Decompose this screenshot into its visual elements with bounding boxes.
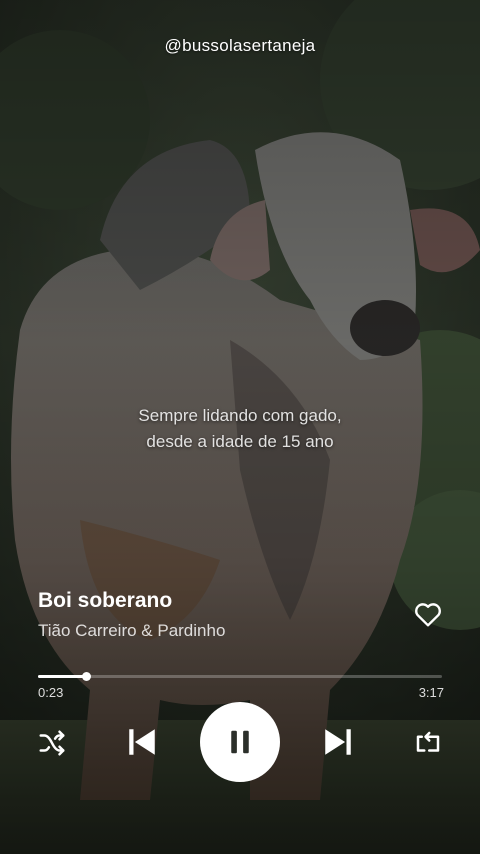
progress-fill <box>38 675 87 678</box>
lyrics-line: Sempre lidando com gado, <box>138 406 342 425</box>
previous-button[interactable] <box>124 723 160 761</box>
lyrics-panel: Sempre lidando com gado, desde a idade d… <box>0 403 480 455</box>
play-pause-button[interactable] <box>200 702 280 782</box>
total-time: 3:17 <box>418 685 444 700</box>
current-time: 0:23 <box>38 685 64 700</box>
heart-outline-icon <box>415 603 441 627</box>
repeat-icon <box>416 731 440 752</box>
skip-previous-icon <box>129 729 155 755</box>
shuffle-icon <box>39 730 65 756</box>
progress-thumb[interactable] <box>82 672 92 681</box>
repeat-button[interactable] <box>412 727 444 759</box>
track-artist[interactable]: Tião Carreiro & Pardinho <box>38 621 225 641</box>
progress-bar[interactable] <box>38 672 442 682</box>
track-title: Boi soberano <box>38 589 173 612</box>
shuffle-button[interactable] <box>36 727 68 759</box>
pause-icon <box>231 730 249 754</box>
like-button[interactable] <box>412 598 444 630</box>
skip-next-icon <box>325 729 351 755</box>
lyrics-line: desde a idade de 15 ano <box>146 432 334 451</box>
progress-track <box>38 675 442 678</box>
next-button[interactable] <box>320 723 356 761</box>
watermark-handle: @bussolasertaneja <box>164 36 316 55</box>
